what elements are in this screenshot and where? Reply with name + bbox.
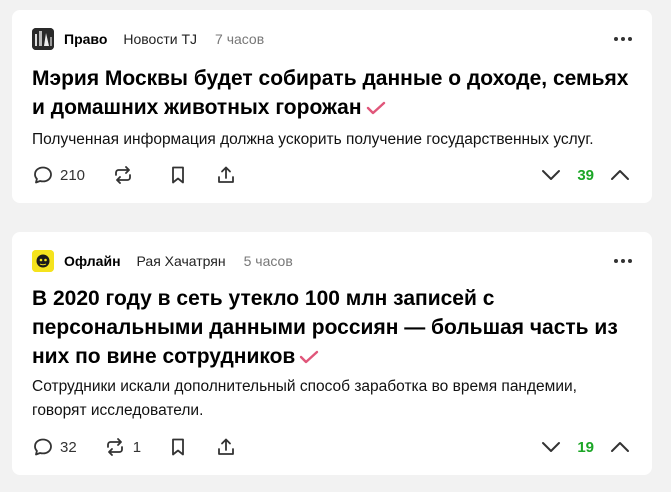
more-icon[interactable]	[614, 250, 632, 272]
share-button[interactable]	[215, 164, 237, 186]
author-name[interactable]: Новости TJ	[123, 31, 197, 47]
more-icon[interactable]	[614, 28, 632, 50]
source-name[interactable]: Офлайн	[64, 253, 121, 269]
source-offline-icon[interactable]	[32, 250, 54, 272]
source-pravo-icon[interactable]	[32, 28, 54, 50]
post-footer: 32 1 19	[32, 432, 632, 462]
share-icon	[218, 166, 234, 183]
post-time[interactable]: 7 часов	[215, 31, 264, 47]
rating-score: 39	[577, 166, 594, 184]
repost-icon	[115, 166, 131, 184]
post-title[interactable]: Мэрия Москвы будет собирать данные о дох…	[32, 64, 632, 122]
bookmark-icon	[172, 166, 184, 184]
share-button[interactable]	[215, 436, 237, 458]
bookmark-button[interactable]	[167, 164, 189, 186]
downvote-icon[interactable]	[539, 164, 563, 186]
author-name[interactable]: Рая Хачатрян	[137, 253, 226, 269]
verified-check-icon	[366, 102, 385, 115]
post-title[interactable]: В 2020 году в сеть утекло 100 млн записе…	[32, 284, 632, 371]
post-header: Право Новости TJ 7 часов	[32, 28, 632, 50]
comment-icon	[34, 166, 52, 184]
comments-count: 32	[60, 438, 77, 456]
share-icon	[218, 438, 234, 455]
post-lead[interactable]: Сотрудники искали дополнительный способ …	[32, 375, 632, 423]
comments-button[interactable]: 210	[32, 164, 85, 186]
comments-button[interactable]: 32	[32, 436, 77, 458]
post-card[interactable]: Офлайн Рая Хачатрян 5 часов В 2020 году …	[12, 232, 652, 475]
post-footer: 210 39	[32, 160, 632, 190]
vote-controls: 19	[539, 436, 632, 458]
verified-check-icon	[300, 351, 319, 364]
repost-button[interactable]	[111, 164, 141, 186]
vote-controls: 39	[539, 164, 632, 186]
post-time[interactable]: 5 часов	[244, 253, 293, 269]
reposts-count: 1	[132, 438, 142, 456]
downvote-icon[interactable]	[539, 436, 563, 458]
repost-icon	[106, 438, 123, 456]
post-lead[interactable]: Полученная информация должна ускорить по…	[32, 128, 632, 152]
source-name[interactable]: Право	[64, 31, 107, 47]
comment-icon	[34, 438, 52, 456]
bookmark-icon	[172, 438, 184, 456]
post-header: Офлайн Рая Хачатрян 5 часов	[32, 250, 632, 272]
comments-count: 210	[60, 166, 86, 184]
bookmark-button[interactable]	[167, 436, 189, 458]
repost-button[interactable]: 1	[103, 436, 141, 458]
upvote-icon[interactable]	[608, 436, 632, 458]
post-card[interactable]: Право Новости TJ 7 часов Мэрия Москвы бу…	[12, 10, 652, 203]
upvote-icon[interactable]	[608, 164, 632, 186]
rating-score: 19	[577, 438, 594, 456]
